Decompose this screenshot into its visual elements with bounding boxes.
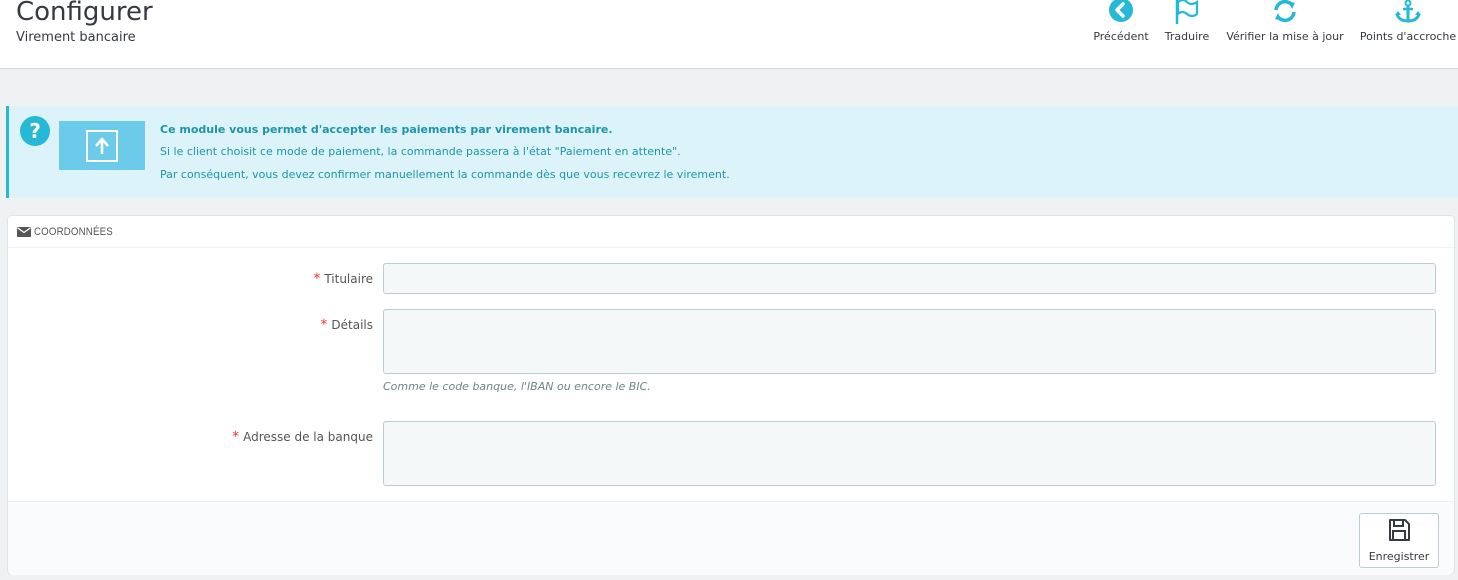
required-marker: * — [320, 317, 328, 333]
page-subtitle: Virement bancaire — [16, 30, 136, 45]
save-label: Enregistrer — [1368, 550, 1430, 563]
back-label: Précédent — [1093, 30, 1149, 43]
hooks-label: Points d'accroche — [1359, 30, 1457, 43]
required-marker: * — [313, 271, 321, 287]
panel-title: COORDONNÉES — [34, 225, 113, 238]
titulaire-input[interactable] — [383, 263, 1436, 294]
arrow-circle-left-icon — [1108, 0, 1134, 26]
label-details: * Détails — [320, 317, 373, 333]
panel-heading: COORDONNÉES — [8, 216, 1454, 248]
anchor-icon — [1394, 0, 1422, 26]
upload-arrow-icon — [86, 129, 118, 162]
coordinates-panel: COORDONNÉES * Titulaire * Détails Comme le… — [7, 215, 1455, 575]
page-title: Configurer — [16, 0, 153, 27]
info-line-3: Par conséquent, vous devez confirmer man… — [160, 168, 730, 181]
refresh-icon — [1272, 0, 1298, 26]
info-line-1: Ce module vous permet d'accepter les pai… — [160, 123, 613, 136]
details-textarea[interactable] — [383, 309, 1436, 374]
label-bank-address: * Adresse de la banque — [232, 429, 373, 445]
info-line-2: Si le client choisit ce mode de paiement… — [160, 145, 681, 158]
save-button[interactable]: Enregistrer — [1359, 513, 1439, 568]
bank-address-textarea[interactable] — [383, 421, 1436, 486]
page-header: Configurer Virement bancaire Précédent T… — [0, 0, 1458, 69]
panel-footer: Enregistrer — [8, 501, 1454, 575]
details-help-text: Comme le code banque, l'IBAN ou encore l… — [383, 380, 651, 393]
flag-icon — [1174, 0, 1200, 26]
check-update-button[interactable]: Vérifier la mise à jour — [1224, 0, 1346, 50]
translate-label: Traduire — [1164, 30, 1210, 43]
translate-button[interactable]: Traduire — [1162, 0, 1212, 50]
question-circle-icon: ? — [20, 116, 50, 146]
check-update-label: Vérifier la mise à jour — [1226, 30, 1344, 43]
info-alert: ? Ce module vous permet d'accepter les p… — [6, 106, 1458, 198]
envelope-icon — [17, 226, 31, 237]
floppy-disk-icon — [1387, 518, 1411, 546]
back-button[interactable]: Précédent — [1093, 0, 1149, 50]
hooks-button[interactable]: Points d'accroche — [1358, 0, 1458, 50]
module-logo — [59, 121, 145, 170]
required-marker: * — [232, 429, 240, 445]
label-titulaire: * Titulaire — [313, 271, 373, 287]
